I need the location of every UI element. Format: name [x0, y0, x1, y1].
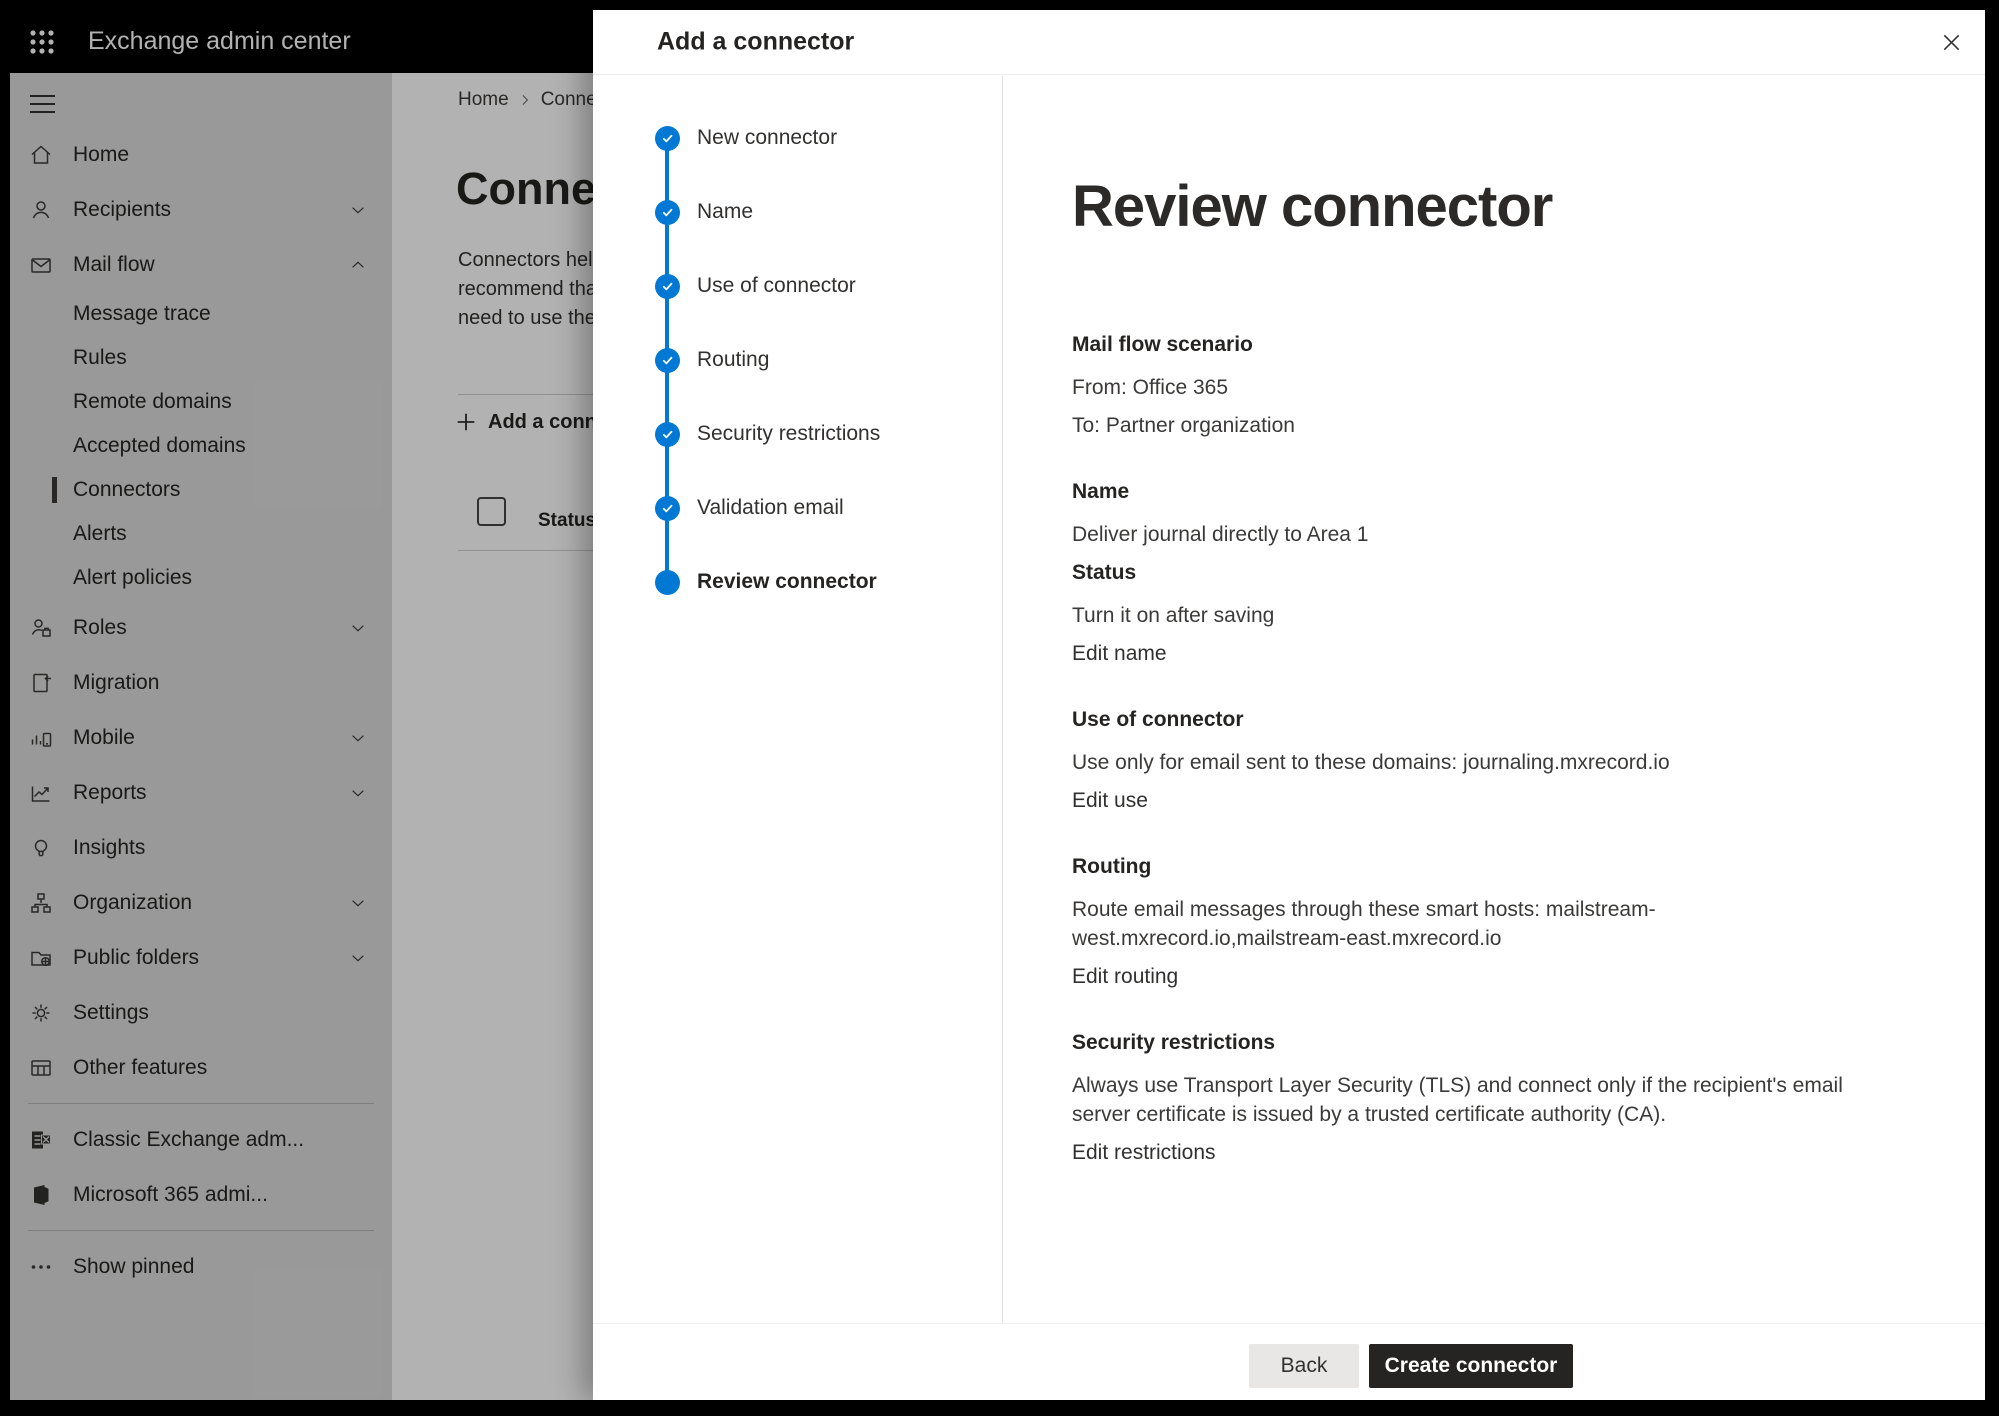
section-text: Deliver journal directly to Area 1 [1072, 520, 1864, 549]
section-heading: Name [1072, 477, 1864, 507]
app-window: Exchange admin center HomeRecipientsMail… [10, 10, 1985, 1400]
review-section: Mail flow scenario From: Office 365 To: Pa… [1072, 330, 1864, 440]
wizard-steps-rail: New connector Name Use of connector Routing… [593, 76, 1003, 1400]
review-section: Use of connector Use only for email sent … [1072, 705, 1864, 815]
dialog-footer: Back Create connector [593, 1323, 1985, 1400]
edit-link[interactable]: Edit name [1072, 639, 1167, 668]
section-text: Turn it on after saving [1072, 601, 1864, 630]
close-icon[interactable] [1929, 20, 1973, 64]
wizard-step-label: Security restrictions [697, 422, 880, 446]
review-section: Routing Route email messages through thes… [1072, 852, 1864, 991]
completed-check-icon [655, 496, 680, 521]
section-text: Use only for email sent to these domains… [1072, 748, 1864, 777]
dialog-header: Add a connector [593, 10, 1985, 75]
completed-check-icon [655, 422, 680, 447]
section-heading: Use of connector [1072, 705, 1864, 735]
section-text: From: Office 365 [1072, 373, 1864, 402]
wizard-steps: New connector Name Use of connector Routing… [593, 76, 1002, 619]
wizard-step-validation-email[interactable]: Validation email [593, 471, 1002, 545]
wizard-step-name[interactable]: Name [593, 175, 1002, 249]
add-connector-dialog: Add a connector New connector Name Use of … [593, 10, 1985, 1400]
wizard-step-security-restrictions[interactable]: Security restrictions [593, 397, 1002, 471]
section-text: Route email messages through these smart… [1072, 895, 1864, 953]
section-heading: Status [1072, 558, 1864, 588]
section-heading: Security restrictions [1072, 1028, 1864, 1058]
review-content: Review connector Mail flow scenario From:… [1004, 76, 1985, 1322]
review-heading: Review connector [1072, 172, 1864, 242]
wizard-step-label: Name [697, 200, 753, 224]
dialog-title: Add a connector [657, 28, 854, 57]
section-text: To: Partner organization [1072, 411, 1864, 440]
completed-check-icon [655, 200, 680, 225]
review-section: Name Deliver journal directly to Area 1 St… [1072, 477, 1864, 668]
back-button[interactable]: Back [1249, 1344, 1359, 1388]
review-section: Security restrictions Always use Transpor… [1072, 1028, 1864, 1167]
edit-link[interactable]: Edit routing [1072, 962, 1178, 991]
wizard-step-review-connector[interactable]: Review connector [593, 545, 1002, 619]
wizard-step-use-of-connector[interactable]: Use of connector [593, 249, 1002, 323]
section-heading: Routing [1072, 852, 1864, 882]
section-heading: Mail flow scenario [1072, 330, 1864, 360]
section-text: Always use Transport Layer Security (TLS… [1072, 1071, 1864, 1129]
completed-check-icon [655, 126, 680, 151]
review-sections: Mail flow scenario From: Office 365 To: Pa… [1072, 330, 1864, 1167]
wizard-step-label: Review connector [697, 570, 877, 594]
wizard-step-label: Routing [697, 348, 769, 372]
wizard-step-label: Validation email [697, 496, 844, 520]
create-connector-button[interactable]: Create connector [1369, 1344, 1573, 1388]
edit-link[interactable]: Edit use [1072, 786, 1148, 815]
edit-link[interactable]: Edit restrictions [1072, 1138, 1216, 1167]
current-step-dot-icon [655, 570, 680, 595]
completed-check-icon [655, 348, 680, 373]
wizard-step-label: Use of connector [697, 274, 856, 298]
wizard-step-new-connector[interactable]: New connector [593, 101, 1002, 175]
wizard-step-label: New connector [697, 126, 837, 150]
wizard-step-routing[interactable]: Routing [593, 323, 1002, 397]
completed-check-icon [655, 274, 680, 299]
